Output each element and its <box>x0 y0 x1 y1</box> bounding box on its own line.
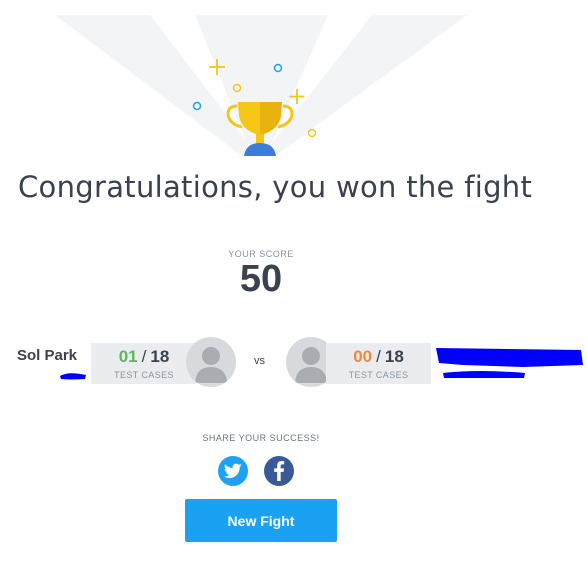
new-fight-button[interactable]: New Fight <box>185 499 337 542</box>
facebook-share-button[interactable] <box>264 456 294 486</box>
ratio-separator: / <box>376 347 381 366</box>
opponent-score-card: 00/18 TEST CASES <box>326 343 431 384</box>
trophy-illustration <box>55 15 467 156</box>
versus-label: vs <box>254 355 265 367</box>
opponent-total-count: 18 <box>384 347 404 366</box>
facebook-icon <box>274 461 285 481</box>
redaction-mark <box>60 373 86 380</box>
player-test-ratio: 01/18 <box>91 347 197 367</box>
score-value: 50 <box>239 258 283 300</box>
opponent-name-redaction <box>436 348 583 378</box>
player-test-cases-caption: TEST CASES <box>114 370 174 380</box>
player-passed-count: 01 <box>118 347 138 366</box>
share-label: SHARE YOUR SUCCESS! <box>202 433 320 443</box>
opponent-test-cases-caption: TEST CASES <box>348 370 409 380</box>
result-title: Congratulations, you won the fight <box>18 170 533 204</box>
player-name: Sol Park <box>17 347 78 364</box>
player-avatar <box>186 337 236 387</box>
twitter-share-button[interactable] <box>218 456 248 486</box>
twitter-icon <box>224 463 242 478</box>
ratio-separator: / <box>141 347 147 366</box>
user-icon <box>195 347 227 383</box>
player-total-count: 18 <box>150 347 170 366</box>
opponent-passed-count: 00 <box>353 347 373 366</box>
player-score-card: 01/18 TEST CASES <box>91 343 197 384</box>
opponent-test-ratio: 00/18 <box>326 347 431 367</box>
